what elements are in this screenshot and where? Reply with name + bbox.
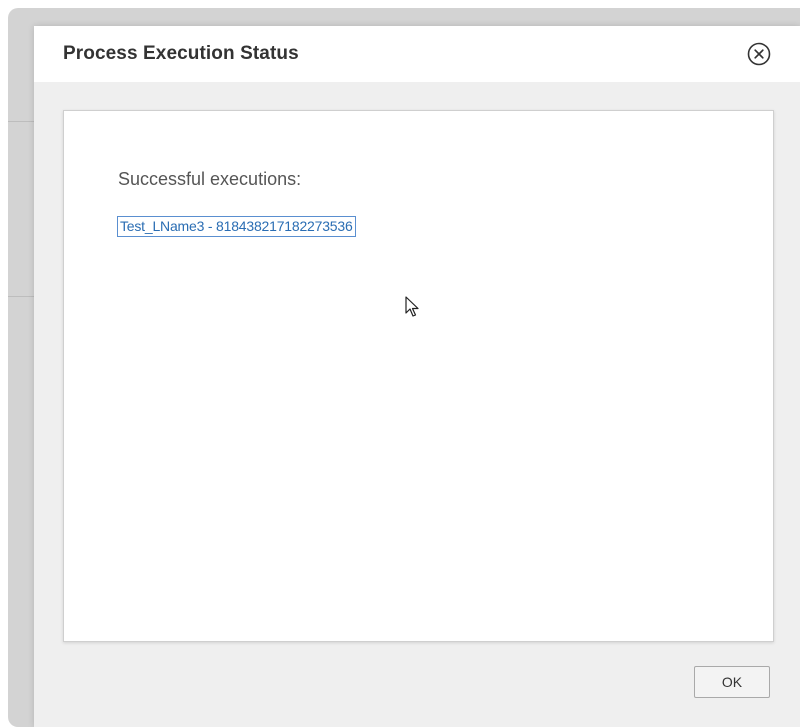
background-divider — [8, 121, 34, 122]
dialog-title: Process Execution Status — [63, 43, 299, 64]
screen: Process Execution Status Successful exec… — [0, 0, 800, 727]
successful-executions-label: Successful executions: — [118, 169, 302, 189]
ok-button[interactable]: OK — [694, 666, 770, 698]
close-circle-icon — [747, 42, 771, 66]
mouse-pointer-icon — [405, 296, 421, 325]
execution-link[interactable]: Test_LName3 - 818438217182273536 — [117, 216, 356, 237]
background-divider — [8, 296, 34, 297]
content-panel: Successful executions: Test_LName3 - 818… — [63, 110, 774, 642]
close-button[interactable] — [747, 42, 771, 66]
process-execution-status-dialog: Process Execution Status Successful exec… — [34, 26, 800, 727]
dialog-header: Process Execution Status — [34, 26, 800, 82]
